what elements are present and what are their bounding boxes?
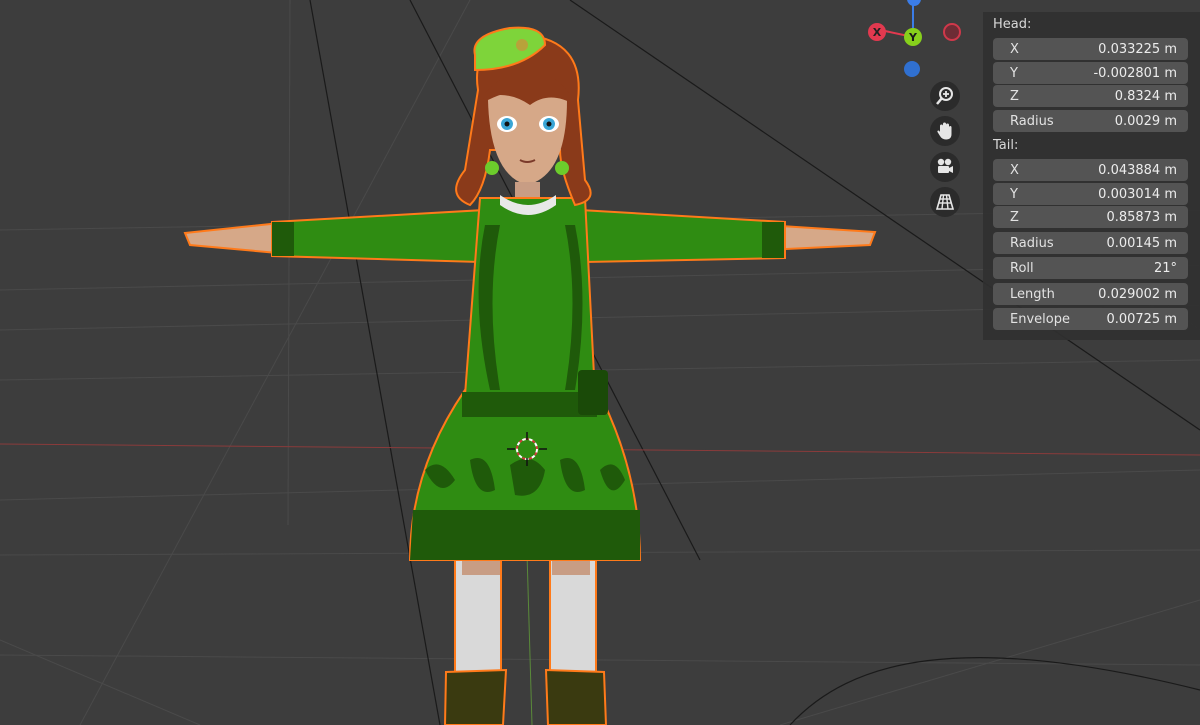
tail-z-label: Z	[1010, 209, 1019, 225]
length-value: 0.029002 m	[1098, 286, 1177, 302]
tail-x-field[interactable]: X 0.043884 m	[993, 159, 1188, 181]
camera-icon	[937, 158, 953, 173]
roll-label: Roll	[1010, 260, 1034, 276]
tail-y-field[interactable]: Y 0.003014 m	[993, 183, 1188, 205]
head-radius-value: 0.0029 m	[1114, 113, 1177, 129]
zoom-button[interactable]	[930, 81, 960, 111]
pan-button[interactable]	[930, 116, 960, 146]
gizmo-negative-x-axis[interactable]	[943, 23, 961, 41]
head-z-value: 0.8324 m	[1114, 88, 1177, 104]
tail-z-value: 0.85873 m	[1106, 209, 1177, 225]
tail-section-label: Tail:	[993, 138, 1019, 153]
head-x-field[interactable]: X 0.033225 m	[993, 38, 1188, 60]
tail-x-label: X	[1010, 162, 1019, 178]
roll-field[interactable]: Roll 21°	[993, 257, 1188, 279]
head-z-field[interactable]: Z 0.8324 m	[993, 85, 1188, 107]
envelope-field[interactable]: Envelope 0.00725 m	[993, 308, 1188, 330]
tail-y-label: Y	[1010, 186, 1018, 202]
tail-x-value: 0.043884 m	[1098, 162, 1177, 178]
tail-z-field[interactable]: Z 0.85873 m	[993, 206, 1188, 228]
roll-value: 21°	[1153, 260, 1177, 276]
head-radius-label: Radius	[1010, 113, 1054, 129]
head-z-label: Z	[1010, 88, 1019, 104]
camera-view-button[interactable]	[930, 152, 960, 182]
zoom-icon	[936, 87, 953, 105]
length-label: Length	[1010, 286, 1055, 302]
head-section-label: Head:	[993, 17, 1032, 32]
head-x-label: X	[1010, 41, 1019, 57]
3d-viewport[interactable]: X Y Head: X 0.033225 m Y -0.002801 m Z 0…	[0, 0, 1200, 725]
length-field[interactable]: Length 0.029002 m	[993, 283, 1188, 305]
perspective-toggle-button[interactable]	[930, 187, 960, 217]
tail-radius-label: Radius	[1010, 235, 1054, 251]
head-radius-field[interactable]: Radius 0.0029 m	[993, 110, 1188, 132]
head-y-field[interactable]: Y -0.002801 m	[993, 62, 1188, 84]
gizmo-negative-z-axis[interactable]	[904, 61, 920, 77]
tail-radius-field[interactable]: Radius 0.00145 m	[993, 232, 1188, 254]
tail-radius-value: 0.00145 m	[1106, 235, 1177, 251]
head-x-value: 0.033225 m	[1098, 41, 1177, 57]
head-y-label: Y	[1010, 65, 1018, 81]
head-y-value: -0.002801 m	[1093, 65, 1177, 81]
gizmo-x-axis[interactable]: X	[868, 23, 886, 41]
tail-y-value: 0.003014 m	[1098, 186, 1177, 202]
envelope-value: 0.00725 m	[1106, 311, 1177, 327]
hand-pan-icon	[937, 122, 952, 140]
gizmo-y-axis[interactable]: Y	[904, 28, 922, 46]
grid-perspective-icon	[935, 194, 955, 210]
bone-transform-panel: Head: X 0.033225 m Y -0.002801 m Z 0.832…	[983, 12, 1200, 340]
envelope-label: Envelope	[1010, 311, 1070, 327]
